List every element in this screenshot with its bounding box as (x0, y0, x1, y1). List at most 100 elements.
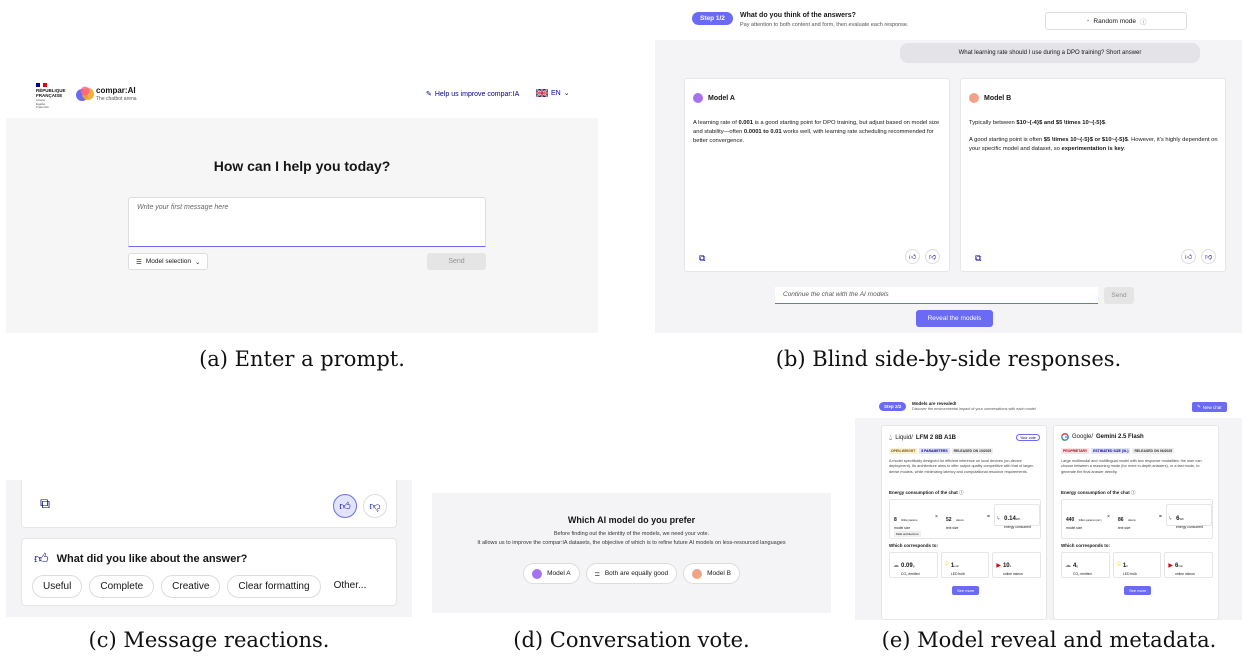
model-name-right: Gemini 2.5 Flash (1096, 434, 1144, 440)
vote-line-1: Before finding out the identity of the m… (553, 531, 710, 537)
tokens-value-right: 86 (1118, 517, 1124, 523)
new-chat-button[interactable]: ✎ New chat (1192, 402, 1227, 412)
params-stat-right: 440 billion params (est.) model size (1066, 508, 1104, 530)
caption-b: (b) Blind side-by-side responses. (775, 347, 1122, 371)
params-label-left: model size (894, 526, 911, 530)
model-a-card: Model A A learning rate of 0.001 is a go… (684, 78, 950, 272)
led-label-left: LED bulb (950, 572, 965, 576)
model-b-header: Model B (969, 93, 1011, 103)
corresponds-right: Which corresponds to: (1061, 543, 1111, 548)
tag-complete[interactable]: Complete (89, 575, 155, 598)
model-b-dot (692, 568, 703, 579)
times-icon: × (1107, 514, 1110, 520)
badge-release: RELEASED ON 10/2025 (951, 448, 994, 454)
energy-value-left: 0.14 (1004, 516, 1016, 522)
new-chat-label: New chat (1202, 404, 1222, 410)
energy-title-right: Energy consumption of the chat ⓘ (1061, 490, 1136, 496)
model-name-left: LFM 2 8B A1B (915, 435, 957, 441)
tag-other[interactable]: Other... (328, 575, 373, 598)
panel-c-message-reactions: ⧉ 👍︎ 👎︎ 👍︎ What did you like about the a… (6, 480, 412, 617)
liquid-drop-icon: 💧︎ (889, 433, 893, 442)
reaction-card: 👍︎ What did you like about the answer? U… (21, 538, 397, 606)
arch-tag-left: MoE architecture (894, 531, 921, 537)
send-button[interactable]: Send (1104, 287, 1134, 304)
co2-text-left: 0.09g CO₂ emitted (901, 554, 919, 576)
equivalents-left: ☁ 0.09g CO₂ emitted 💡︎ 1min LED bulb ▶ 10s… (889, 552, 1042, 578)
thumbs-up-icon[interactable]: 👍︎ (333, 494, 357, 518)
random-mode-label: Random mode (1093, 17, 1137, 25)
co2-label-right: CO₂ emitted (1073, 572, 1092, 576)
see-more-button-right[interactable]: See more (1124, 586, 1152, 595)
copy-icon[interactable]: ⧉ (699, 253, 705, 264)
model-b-p2-prefix: A good starting point is often (969, 137, 1044, 143)
vote-model-a-button[interactable]: Model A (523, 563, 580, 584)
thumbs-down-icon[interactable]: 👎︎ (1201, 249, 1216, 264)
video-label-right: online videos (1174, 572, 1195, 576)
your-vote-badge: Your vote (1016, 434, 1040, 441)
reveal-models-button[interactable]: Reveal the models (916, 310, 993, 327)
led-stat-left: 💡︎ 1min LED bulb (940, 552, 990, 578)
led-text-left: 1min LED bulb (951, 554, 965, 576)
thumbs-up-icon[interactable]: 👍︎ (905, 249, 920, 264)
tokens-unit-right: tokens (1128, 519, 1136, 522)
co2-value-left: 0.09 (901, 563, 913, 569)
caption-e: (e) Model reveal and metadata. (881, 628, 1217, 652)
equals-icon: = (1159, 514, 1162, 520)
model-a-text-1: A learning rate of (693, 120, 739, 126)
tag-clear-formatting[interactable]: Clear formatting (227, 575, 321, 598)
vote-model-b-button[interactable]: Model B (683, 563, 740, 584)
see-more-button-left[interactable]: See more (952, 586, 980, 595)
description-right: Large multimodal and multilingual model … (1061, 459, 1202, 474)
params-value-right: 440 (1066, 517, 1075, 523)
info-icon: ⓘ (1131, 490, 1136, 495)
help-improve-label: Help us improve compar:IA (434, 90, 520, 98)
params-stat-left: 8 billion params model size (894, 508, 930, 530)
vote-line-2: It allows us to improve the compar:IA da… (477, 540, 786, 546)
cloud-icon: ☁ (893, 562, 899, 569)
tokens-value-left: 52 (946, 517, 952, 523)
model-title-right: Google/Gemini 2.5 Flash (1061, 433, 1144, 441)
info-icon: ⓘ (959, 490, 964, 495)
chevron-down-icon: ⌄ (195, 258, 201, 266)
panel-e-model-reveal: Step 2/2 Models are revealed! Discover t… (855, 396, 1242, 620)
led-text-right: 1h LED bulb (1123, 554, 1137, 576)
sliders-icon: ☰ (136, 258, 142, 266)
description-left: A model specifically designed for effici… (889, 459, 1034, 474)
help-improve-link[interactable]: ✎ Help us improve compar:IA (426, 90, 520, 99)
energy-box-left: 8 billion params model size × 52 tokens … (889, 499, 1041, 539)
params-unit-right: billion params (est.) (1078, 519, 1102, 522)
pencil-icon: ✎ (426, 91, 432, 98)
co2-text-right: 4g CO₂ emitted (1073, 554, 1091, 576)
prompt-input[interactable]: Write your first message here (128, 197, 486, 247)
model-selection-button[interactable]: ☰ Model selection ⌄ (128, 253, 209, 270)
thumbs-down-icon[interactable]: 👎︎ (925, 249, 940, 264)
user-question-bubble: What learning rate should I use during a… (900, 43, 1200, 63)
tokens-label-left: text size (946, 526, 959, 530)
corresponds-left: Which corresponds to: (889, 543, 939, 548)
energy-label-left: energy consumed (1004, 525, 1031, 529)
copy-icon[interactable]: ⧉ (40, 495, 50, 512)
co2-unit-right: g (1076, 564, 1079, 568)
random-mode-button[interactable]: ◔ Random mode ⓘ (1045, 12, 1187, 30)
tag-creative[interactable]: Creative (161, 575, 221, 598)
badge-release: RELEASED ON 06/2025 (1132, 448, 1175, 454)
continue-chat-input[interactable]: Continue the chat with the AI models (775, 287, 1098, 304)
copy-icon[interactable]: ⧉ (975, 253, 981, 264)
language-selector[interactable]: EN ⌄ (536, 89, 570, 97)
model-b-card: Model B Typically between $10~{-4}$ and … (960, 78, 1226, 272)
prompt-input-placeholder: Write your first message here (137, 204, 229, 211)
step-badge: Step 2/2 (879, 402, 907, 411)
vote-equal-label: Both are equally good (604, 570, 669, 577)
thumbs-up-icon[interactable]: 👍︎ (1181, 249, 1196, 264)
pencil-icon: ✎ (1197, 404, 1201, 409)
reaction-tags: Useful Complete Creative Clear formattin… (32, 575, 372, 598)
model-a-name: Model A (708, 94, 735, 102)
compar-ia-logo-icon (76, 86, 94, 102)
thumbs-down-icon[interactable]: 👎︎ (363, 494, 387, 518)
vote-equal-button[interactable]: = Both are equally good (585, 563, 678, 584)
tag-useful[interactable]: Useful (32, 575, 83, 598)
send-button[interactable]: Send (427, 253, 486, 270)
reveal-header: Step 2/2 Models are revealed! Discover t… (855, 396, 1242, 418)
model-b-dot (969, 93, 979, 103)
dice-icon: ◔ (1085, 17, 1090, 25)
